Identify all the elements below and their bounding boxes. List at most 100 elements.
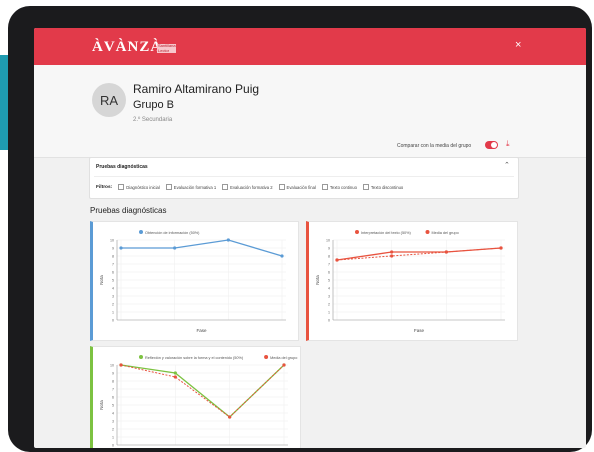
chart-svg: Reflexión y valoración sobre la forma y … xyxy=(99,355,297,447)
y-tick-label: 8 xyxy=(112,254,114,258)
filters-panel-title: Pruebas diagnósticas xyxy=(96,164,148,170)
y-tick-label: 6 xyxy=(112,270,114,274)
chart-svg: Obtención de información (50%) 0 1 2 3 4 5 6 7 8 9… xyxy=(99,230,286,333)
y-tick-label: 1 xyxy=(112,435,114,439)
filter-option[interactable]: Evaluación formativa 1 xyxy=(165,184,216,190)
y-tick-label: 5 xyxy=(112,278,114,282)
chart-card-info: Obtención de información (50%) 0 1 2 3 4 5 6 7 8 9… xyxy=(90,221,299,341)
data-point xyxy=(280,254,284,258)
chevron-up-icon[interactable]: ⌃ xyxy=(504,161,510,169)
y-tick-label: 9 xyxy=(328,246,330,250)
app-screen: ÀVÀNZÀ Santillana Lector × RA Ramiro Alt… xyxy=(34,28,586,448)
student-name: Ramiro Altamirano Puig xyxy=(133,82,260,96)
app-header: ÀVÀNZÀ Santillana Lector × xyxy=(34,28,586,65)
y-tick-label: 10 xyxy=(110,363,114,367)
avatar: RA xyxy=(92,83,126,117)
legend-marker xyxy=(425,230,430,234)
y-tick-label: 5 xyxy=(328,278,330,282)
chart-svg: Interpretación del texto (50%) Media del … xyxy=(315,230,505,333)
y-tick-label: 3 xyxy=(112,419,114,423)
y-tick-label: 1 xyxy=(328,310,330,314)
y-tick-label: 8 xyxy=(328,254,330,258)
legend-label: Interpretación del texto (50%) xyxy=(361,231,412,235)
toggle-knob xyxy=(491,142,497,148)
y-tick-label: 1 xyxy=(112,310,114,314)
close-icon[interactable]: × xyxy=(515,39,521,51)
y-tick-label: 0 xyxy=(112,318,114,322)
brand-logo: ÀVÀNZÀ xyxy=(92,39,163,55)
y-tick-label: 6 xyxy=(328,270,330,274)
data-point xyxy=(228,415,232,419)
filters-label: Filtros: xyxy=(96,184,113,190)
section-title: Pruebas diagnósticas xyxy=(90,206,167,215)
data-point xyxy=(390,250,394,254)
y-tick-label: 8 xyxy=(112,379,114,383)
y-axis-label: Nota xyxy=(99,275,104,285)
filters-panel: Pruebas diagnósticas ⌃ Filtros: Diagnóst… xyxy=(89,157,519,199)
y-tick-label: 7 xyxy=(112,262,114,266)
filter-option[interactable]: Evaluación formativa 2 xyxy=(222,184,273,190)
chart-card-interpretation: Interpretación del texto (50%) Media del … xyxy=(306,221,518,341)
checkbox[interactable] xyxy=(165,184,172,190)
y-tick-label: 3 xyxy=(112,294,114,298)
divider xyxy=(94,176,514,177)
y-tick-label: 7 xyxy=(328,262,330,266)
student-profile: RA Ramiro Altamirano Puig Grupo B 2.º Se… xyxy=(34,65,586,158)
filter-option[interactable]: Evaluación final xyxy=(278,184,316,190)
data-point xyxy=(226,238,230,242)
filter-row: Filtros: Diagnóstico inicial Evaluación … xyxy=(96,184,403,190)
data-point xyxy=(444,250,448,254)
y-tick-label: 9 xyxy=(112,371,114,375)
y-tick-label: 6 xyxy=(112,395,114,399)
y-tick-label: 7 xyxy=(112,387,114,391)
y-tick-label: 0 xyxy=(328,318,330,322)
data-point xyxy=(173,375,177,379)
download-icon[interactable]: ⤓ xyxy=(506,139,510,149)
checkbox[interactable] xyxy=(118,184,125,190)
legend-label: Obtención de información (50%) xyxy=(145,231,200,235)
data-point xyxy=(390,254,394,258)
y-tick-label: 4 xyxy=(112,411,114,415)
compare-label: Comparar con la media del grupo xyxy=(397,143,472,149)
checkbox[interactable] xyxy=(321,184,328,190)
brand-badge: Santillana Lector xyxy=(157,43,176,53)
student-group: Grupo B xyxy=(133,99,174,111)
y-tick-label: 4 xyxy=(112,286,114,290)
tablet-frame: ÀVÀNZÀ Santillana Lector × RA Ramiro Alt… xyxy=(8,6,592,452)
x-axis-label: Fase xyxy=(196,328,207,333)
legend-marker xyxy=(139,355,143,359)
filter-option[interactable]: Texto continuo xyxy=(321,184,357,190)
x-axis-label: Fase xyxy=(414,328,425,333)
legend-label: Media del grupo xyxy=(432,231,459,235)
y-tick-label: 10 xyxy=(326,238,330,242)
y-tick-label: 2 xyxy=(112,427,114,431)
y-axis-label: Nota xyxy=(99,400,104,410)
compare-toggle[interactable] xyxy=(485,141,498,149)
y-tick-label: 3 xyxy=(328,294,330,298)
chart-card-reflection: Reflexión y valoración sobre la forma y … xyxy=(90,346,301,448)
y-tick-label: 0 xyxy=(112,443,114,447)
y-tick-label: 5 xyxy=(112,403,114,407)
data-point xyxy=(499,246,503,250)
student-grade: 2.º Secundaria xyxy=(133,117,173,123)
y-tick-label: 4 xyxy=(328,286,330,290)
data-point xyxy=(119,363,123,367)
y-tick-label: 9 xyxy=(112,246,114,250)
data-point xyxy=(173,246,177,250)
legend-marker xyxy=(139,230,143,234)
y-tick-label: 2 xyxy=(328,302,330,306)
data-point xyxy=(282,363,286,367)
checkbox[interactable] xyxy=(222,184,229,190)
filter-option[interactable]: Texto discontinuo xyxy=(362,184,403,190)
legend-label: Media del grupo xyxy=(270,356,297,360)
y-tick-label: 2 xyxy=(112,302,114,306)
legend-marker xyxy=(264,355,269,359)
checkbox[interactable] xyxy=(362,184,369,190)
checkbox[interactable] xyxy=(278,184,285,190)
data-point xyxy=(335,258,339,262)
legend-marker xyxy=(355,230,359,234)
y-tick-label: 10 xyxy=(110,238,114,242)
legend-label: Reflexión y valoración sobre la forma y … xyxy=(145,356,244,360)
data-point xyxy=(119,246,123,250)
filter-option[interactable]: Diagnóstico inicial xyxy=(118,184,160,190)
